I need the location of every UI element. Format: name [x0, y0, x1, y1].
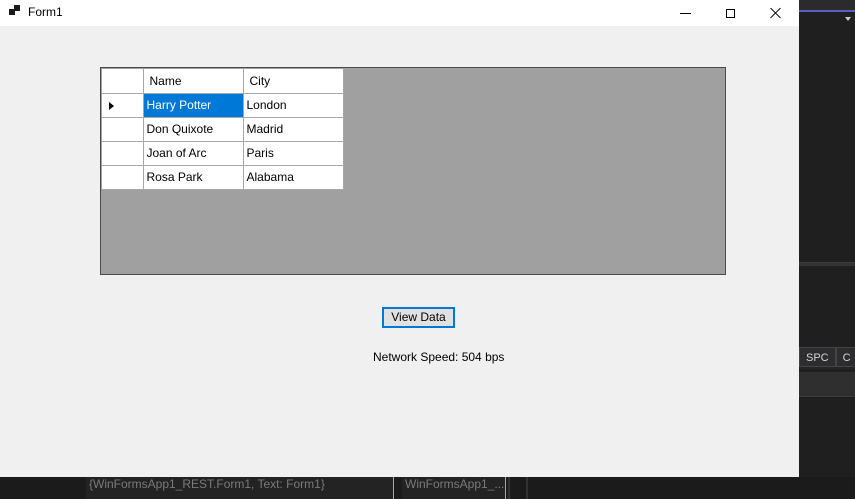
cell-city[interactable]: Madrid: [243, 117, 344, 142]
window-title: Form1: [28, 5, 63, 19]
data-grid[interactable]: Name City Harry Potter London Don Quixot…: [100, 67, 726, 275]
network-speed-label: Network Speed: 504 bps: [373, 350, 505, 364]
screen: SPC C {WinFormsApp1_REST.Form1, Text: Fo…: [0, 0, 855, 499]
ide-tab-spc[interactable]: SPC: [799, 347, 836, 367]
row-header[interactable]: [102, 117, 144, 142]
grid-header-row: Name City: [102, 69, 344, 94]
cell-name[interactable]: Harry Potter: [143, 93, 244, 118]
table-row[interactable]: Joan of Arc Paris: [102, 141, 344, 166]
cell-name[interactable]: Don Quixote: [143, 117, 244, 142]
app-icon[interactable]: [9, 5, 21, 17]
cell-city[interactable]: Paris: [243, 141, 344, 166]
table-row[interactable]: Don Quixote Madrid: [102, 117, 344, 142]
table-row[interactable]: Rosa Park Alabama: [102, 165, 344, 190]
ide-divider: [508, 477, 510, 499]
grid-corner-header[interactable]: [102, 69, 144, 94]
ide-toolbar-strip: [799, 372, 855, 396]
ide-bottom-bar: {WinFormsApp1_REST.Form1, Text: Form1} W…: [0, 477, 855, 499]
form-window: Form1 Name City Harry Potter London Don …: [0, 0, 799, 477]
row-header[interactable]: [102, 141, 144, 166]
current-row-icon: [109, 101, 114, 110]
chevron-down-icon[interactable]: [845, 17, 851, 21]
ide-debug-type: WinFormsApp1_...: [402, 477, 506, 499]
ide-accent-bar: [799, 10, 855, 12]
cell-name[interactable]: Joan of Arc: [143, 141, 244, 166]
ide-divider: [526, 477, 528, 499]
minimize-button[interactable]: [662, 0, 708, 26]
maximize-icon: [725, 8, 735, 18]
ide-tab-c[interactable]: C: [835, 347, 855, 367]
cell-city[interactable]: Alabama: [243, 165, 344, 190]
view-data-button[interactable]: View Data: [382, 307, 455, 328]
column-header-name[interactable]: Name: [143, 69, 244, 94]
column-header-city[interactable]: City: [243, 69, 344, 94]
grid-table: Name City Harry Potter London Don Quixot…: [102, 69, 344, 190]
title-bar[interactable]: Form1: [0, 0, 799, 26]
ide-debug-value: {WinFormsApp1_REST.Form1, Text: Form1}: [86, 477, 394, 499]
row-header[interactable]: [102, 93, 144, 118]
close-icon: [770, 7, 782, 19]
minimize-icon: [679, 12, 691, 14]
ide-panel-top: [799, 34, 855, 263]
maximize-button[interactable]: [707, 0, 753, 26]
row-header[interactable]: [102, 165, 144, 190]
ide-side-panel: SPC C: [799, 0, 855, 499]
ide-topbar: [799, 0, 855, 10]
ide-splitter[interactable]: [799, 263, 855, 266]
close-button[interactable]: [753, 0, 799, 26]
table-row[interactable]: Harry Potter London: [102, 93, 344, 118]
cell-name[interactable]: Rosa Park: [143, 165, 244, 190]
ide-panel-middle: [799, 280, 855, 346]
cell-city[interactable]: London: [243, 93, 344, 118]
ide-tabstrip: SPC C: [799, 347, 855, 369]
